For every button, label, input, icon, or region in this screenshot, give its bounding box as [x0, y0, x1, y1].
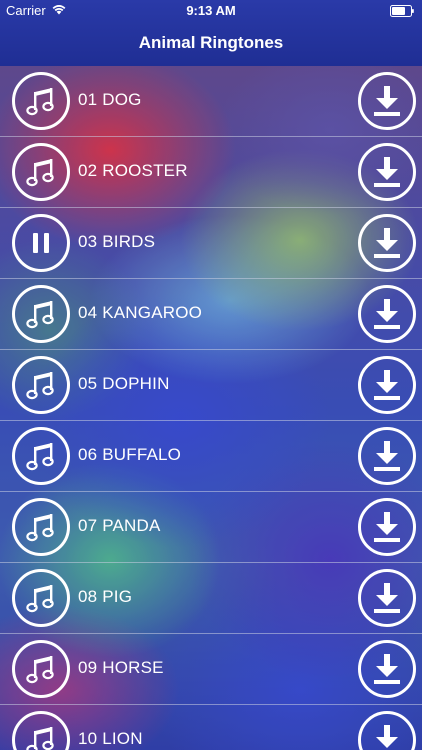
status-bar: Carrier 9:13 AM	[0, 0, 422, 22]
download-icon	[374, 654, 400, 684]
download-button[interactable]	[358, 285, 416, 343]
list-item: 07 PANDA	[0, 492, 422, 563]
download-icon	[376, 725, 398, 748]
ringtone-name: 07 PANDA	[78, 516, 161, 535]
ringtone-name: 05 DOPHIN	[78, 374, 170, 393]
ringtone-name: 02 ROOSTER	[78, 161, 188, 180]
list-item: 03 BIRDS	[0, 208, 422, 279]
ringtone-name: 06 BUFFALO	[78, 445, 182, 464]
list-item: 04 KANGAROO	[0, 279, 422, 350]
download-icon	[374, 299, 400, 329]
list-item: 05 DOPHIN	[0, 350, 422, 421]
download-button[interactable]	[358, 711, 416, 750]
ringtone-name: 10 LION	[78, 729, 143, 748]
download-icon	[374, 157, 400, 187]
music-note-icon	[26, 372, 54, 400]
music-note-icon	[26, 301, 54, 329]
download-button[interactable]	[358, 640, 416, 698]
download-button[interactable]	[358, 498, 416, 556]
ringtone-list: 01 DOG 02 ROOSTER 03 BIRDS 04 KANGAROO 0…	[0, 66, 422, 750]
play-button[interactable]	[12, 356, 70, 414]
status-time: 9:13 AM	[186, 3, 236, 18]
play-button[interactable]	[12, 640, 70, 698]
list-item: 06 BUFFALO	[0, 421, 422, 492]
page-title: Animal Ringtones	[138, 33, 284, 52]
download-icon	[374, 441, 400, 471]
download-icon	[374, 512, 400, 542]
download-button[interactable]	[358, 427, 416, 485]
play-button[interactable]	[12, 143, 70, 201]
download-icon	[374, 370, 400, 400]
ringtone-name: 08 PIG	[78, 587, 133, 606]
list-item: 08 PIG	[0, 563, 422, 634]
list-item: 02 ROOSTER	[0, 137, 422, 208]
play-button[interactable]	[12, 285, 70, 343]
download-button[interactable]	[358, 143, 416, 201]
download-icon	[374, 228, 400, 258]
download-icon	[374, 86, 400, 116]
ringtone-name: 04 KANGAROO	[78, 303, 203, 322]
music-note-icon	[26, 585, 54, 613]
play-button[interactable]	[12, 711, 70, 750]
download-icon	[374, 583, 400, 613]
music-note-icon	[26, 88, 54, 116]
ringtone-name: 01 DOG	[78, 90, 142, 109]
music-note-icon	[26, 514, 54, 542]
play-button[interactable]	[12, 569, 70, 627]
battery-icon	[390, 5, 414, 17]
download-button[interactable]	[358, 356, 416, 414]
ringtone-name: 09 HORSE	[78, 658, 164, 677]
music-note-icon	[26, 656, 54, 684]
music-note-icon	[26, 727, 54, 750]
download-button[interactable]	[358, 569, 416, 627]
list-item: 10 LION	[0, 705, 422, 750]
ringtone-name: 03 BIRDS	[78, 232, 156, 251]
list-item: 09 HORSE	[0, 634, 422, 705]
list-item: 01 DOG	[0, 66, 422, 137]
nav-bar: Carrier 9:13 AM Animal Ringtones	[0, 0, 422, 66]
play-button[interactable]	[12, 498, 70, 556]
pause-icon	[33, 233, 49, 253]
music-note-icon	[26, 443, 54, 471]
download-button[interactable]	[358, 72, 416, 130]
pause-button[interactable]	[12, 214, 70, 272]
download-button[interactable]	[358, 214, 416, 272]
play-button[interactable]	[12, 72, 70, 130]
play-button[interactable]	[12, 427, 70, 485]
music-note-icon	[26, 159, 54, 187]
